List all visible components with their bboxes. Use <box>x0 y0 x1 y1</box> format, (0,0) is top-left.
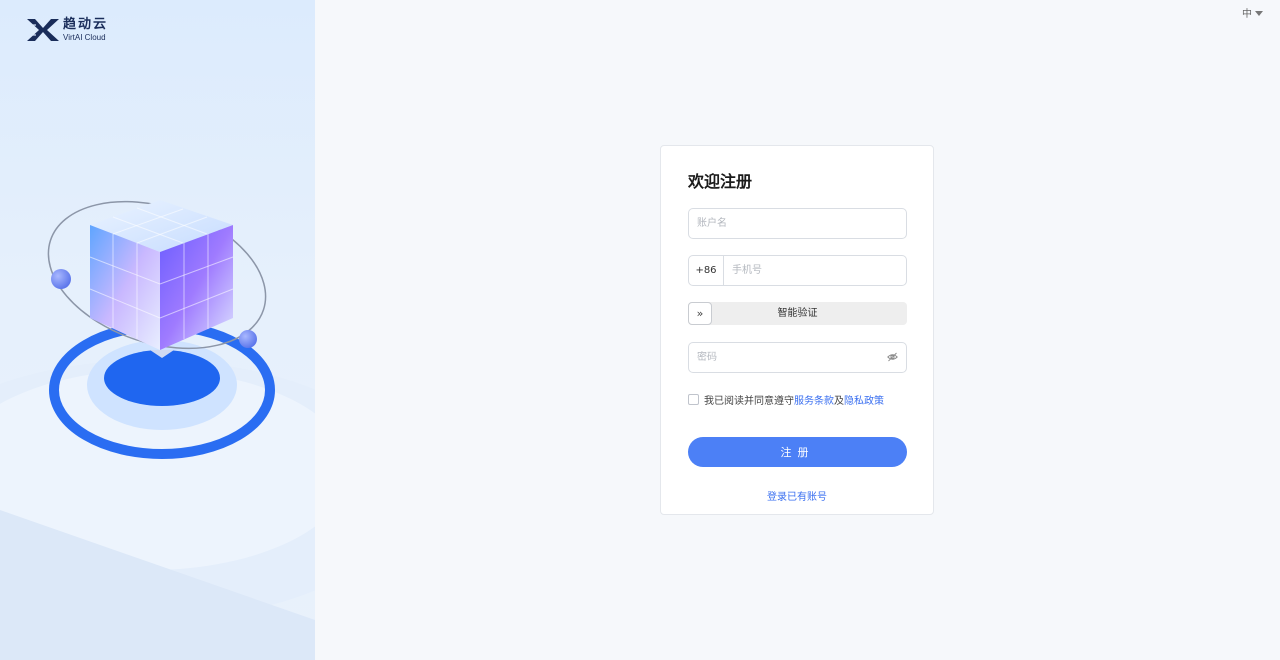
register-button[interactable]: 注册 <box>688 437 907 467</box>
eye-off-icon[interactable] <box>887 352 898 362</box>
account-field <box>688 208 907 239</box>
account-input[interactable] <box>689 209 906 238</box>
agreement-and: 及 <box>834 396 844 407</box>
login-link[interactable]: 登录已有账号 <box>767 492 827 503</box>
brand-logo: 趋动云 VirtAI Cloud <box>27 18 108 42</box>
language-label: 中 <box>1242 9 1252 20</box>
slider-captcha-label: 智能验证 <box>777 308 818 319</box>
cube-illustration <box>0 200 315 660</box>
password-input[interactable] <box>689 343 906 372</box>
terms-link[interactable]: 服务条款 <box>794 392 834 407</box>
phone-field: +86 <box>688 255 907 286</box>
password-field <box>688 342 907 373</box>
caret-down-icon <box>1255 10 1263 16</box>
brand-name-en: VirtAI Cloud <box>63 33 106 42</box>
language-switch[interactable]: 中 <box>1242 5 1263 20</box>
agreement-row: 我已阅读并同意遵守 服务条款 及 隐私政策 <box>688 392 884 407</box>
privacy-link[interactable]: 隐私政策 <box>844 392 884 407</box>
login-link-row: 登录已有账号 <box>661 488 933 503</box>
left-illustration-panel: 趋动云 VirtAI Cloud <box>0 0 315 660</box>
country-code[interactable]: +86 <box>689 256 724 285</box>
phone-input[interactable] <box>724 256 906 285</box>
x-logo-icon <box>27 19 59 41</box>
agreement-text: 我已阅读并同意遵守 <box>704 396 794 407</box>
slider-captcha: 智能验证 » <box>688 302 907 325</box>
brand-name: 趋动云 <box>63 17 109 32</box>
agreement-checkbox[interactable] <box>688 394 699 405</box>
page-title: 欢迎注册 <box>688 172 753 191</box>
slider-handle[interactable]: » <box>688 302 712 325</box>
register-card: 欢迎注册 +86 智能验证 » 我已阅读并同意遵守 服务条款 及 隐私政策 注册… <box>660 145 934 515</box>
